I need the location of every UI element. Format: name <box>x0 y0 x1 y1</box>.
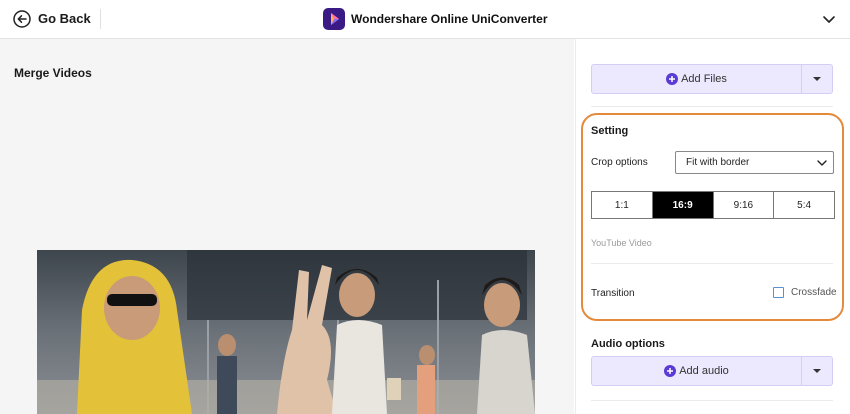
chevron-down-icon[interactable] <box>822 13 836 25</box>
caret-down-icon <box>813 77 821 81</box>
settings-panel: Add Files Setting Crop options Fit with … <box>575 39 850 414</box>
plus-circle-icon <box>666 73 679 85</box>
top-bar: Go Back Wondershare Online UniConverter <box>0 0 850 39</box>
ratio-description: YouTube Video <box>591 238 652 248</box>
video-frame-image <box>37 250 535 414</box>
add-files-button[interactable]: Add Files <box>592 65 801 93</box>
ratio-option-9-16[interactable]: 9:16 <box>714 192 775 218</box>
brand[interactable]: Wondershare Online UniConverter <box>323 8 547 30</box>
video-preview <box>37 250 535 414</box>
ratio-option-5-4[interactable]: 5:4 <box>774 192 834 218</box>
crossfade-checkbox[interactable] <box>773 287 784 298</box>
divider <box>591 106 833 107</box>
add-audio-button[interactable]: Add audio <box>592 357 801 385</box>
crossfade-label: Crossfade <box>791 287 837 298</box>
divider <box>591 400 833 401</box>
header-divider <box>100 9 101 29</box>
transition-label: Transition <box>591 288 635 299</box>
add-files-split-button: Add Files <box>591 64 833 94</box>
go-back-link[interactable]: Go Back <box>38 11 91 26</box>
add-audio-dropdown-button[interactable] <box>802 357 832 385</box>
setting-title: Setting <box>591 125 629 137</box>
add-audio-split-button: Add audio <box>591 356 833 386</box>
main-workspace: Merge Videos <box>0 39 574 414</box>
divider <box>591 263 833 264</box>
uniconverter-logo <box>323 8 345 30</box>
add-files-dropdown-button[interactable] <box>802 65 832 93</box>
chevron-down-icon <box>817 160 827 166</box>
aspect-ratio-group: 1:1 16:9 9:16 5:4 <box>591 191 835 219</box>
add-audio-label: Add audio <box>679 365 729 377</box>
ratio-option-16-9[interactable]: 16:9 <box>652 192 714 218</box>
crop-options-select[interactable]: Fit with border <box>675 151 834 174</box>
crop-options-value: Fit with border <box>686 157 750 168</box>
crop-options-label: Crop options <box>591 157 648 168</box>
plus-circle-icon <box>664 365 677 377</box>
app-name: Wondershare Online UniConverter <box>351 12 548 26</box>
caret-down-icon <box>813 369 821 373</box>
crossfade-option[interactable]: Crossfade <box>773 287 837 298</box>
back-arrow-icon[interactable] <box>13 10 31 28</box>
page-title: Merge Videos <box>14 66 92 80</box>
ratio-option-1-1[interactable]: 1:1 <box>592 192 653 218</box>
audio-options-title: Audio options <box>591 338 665 350</box>
add-files-label: Add Files <box>681 73 727 85</box>
